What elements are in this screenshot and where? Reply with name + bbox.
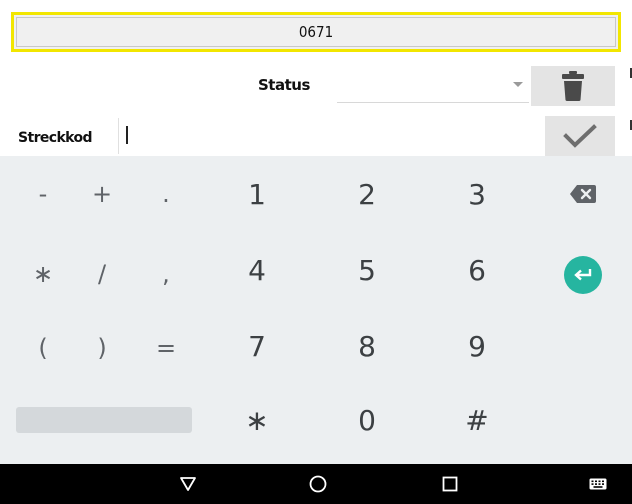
barcode-input[interactable]	[118, 118, 545, 154]
key-2[interactable]: 2	[327, 164, 407, 224]
key-9[interactable]: 9	[437, 316, 517, 376]
system-navigation-bar	[0, 464, 632, 504]
backspace-icon	[570, 185, 596, 203]
key-comma[interactable]: ,	[141, 244, 191, 304]
enter-key[interactable]	[564, 256, 602, 294]
key-6[interactable]: 6	[437, 240, 517, 300]
home-button[interactable]	[298, 464, 338, 504]
key-7[interactable]: 7	[217, 316, 297, 376]
barcode-label: Streckkod	[18, 130, 93, 146]
delete-button[interactable]	[531, 66, 615, 106]
key-close-paren[interactable]: )	[77, 318, 127, 378]
checkmark-icon	[563, 124, 597, 148]
enter-icon	[574, 269, 592, 281]
key-4[interactable]: 4	[217, 240, 297, 300]
status-label: Status	[258, 76, 310, 94]
recents-square-icon	[442, 476, 458, 492]
space-key[interactable]	[16, 407, 192, 433]
key-plus[interactable]: +	[77, 164, 127, 224]
key-hash[interactable]: #	[437, 390, 517, 450]
back-triangle-icon	[180, 477, 196, 491]
key-asterisk[interactable]: ∗	[18, 244, 68, 304]
home-circle-icon	[309, 475, 327, 493]
confirm-button[interactable]	[545, 116, 615, 156]
recents-button[interactable]	[430, 464, 470, 504]
dropdown-caret-icon	[513, 82, 523, 87]
key-period[interactable]: .	[141, 164, 191, 224]
key-0[interactable]: 0	[327, 390, 407, 450]
back-button[interactable]	[168, 464, 208, 504]
key-8[interactable]: 8	[327, 316, 407, 376]
status-dropdown[interactable]	[337, 68, 529, 103]
numeric-keyboard: - + . 1 2 3 ∗ / , 4 5 6 ( ) = 7 8 9 ∗ 0 …	[0, 156, 632, 464]
key-equals[interactable]: =	[141, 318, 191, 378]
order-number-text: 0671	[298, 23, 334, 41]
backspace-key[interactable]	[560, 176, 606, 212]
key-open-paren[interactable]: (	[18, 318, 68, 378]
key-1[interactable]: 1	[217, 164, 297, 224]
key-3[interactable]: 3	[437, 164, 517, 224]
keyboard-icon	[589, 478, 607, 490]
key-5[interactable]: 5	[327, 240, 407, 300]
trash-icon	[562, 71, 584, 101]
key-asterisk-large[interactable]: ∗	[217, 390, 297, 450]
text-cursor	[126, 126, 128, 144]
key-slash[interactable]: /	[77, 244, 127, 304]
keyboard-switch-button[interactable]	[580, 464, 616, 504]
order-number-bar[interactable]: 0671	[11, 12, 621, 52]
key-minus[interactable]: -	[18, 164, 68, 224]
